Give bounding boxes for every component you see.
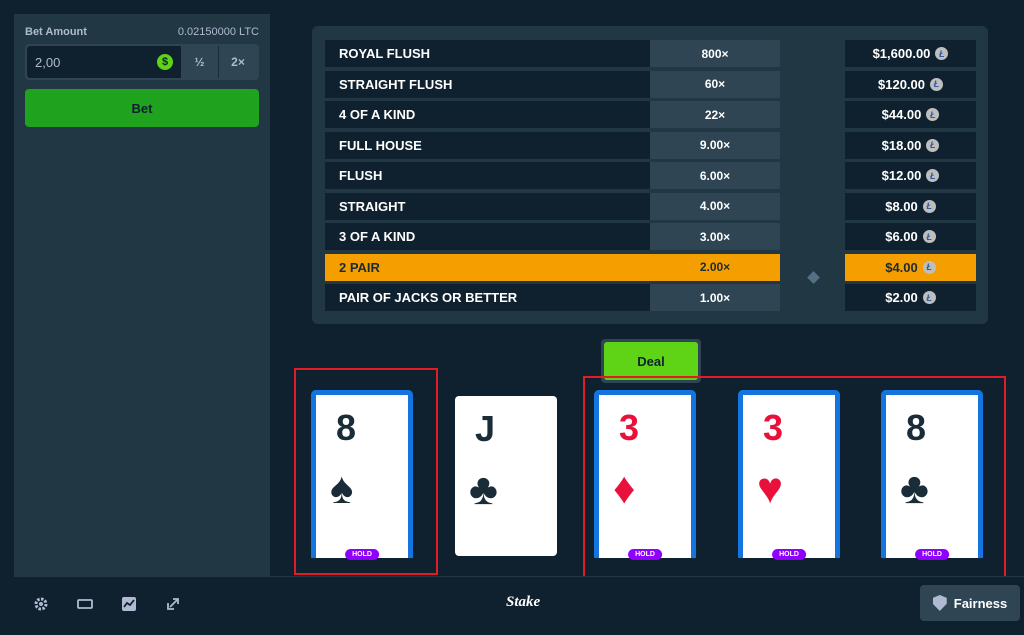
annotation-box-right (583, 376, 1006, 579)
paytable-row: STRAIGHT FLUSH 60× (325, 70, 780, 98)
payout-value: $18.00 (881, 137, 922, 153)
app-root: Bet Amount 0.02150000 LTC $ ½ 2× Bet ROY… (0, 0, 1024, 635)
paytable-hand-name: STRAIGHT FLUSH (325, 70, 650, 98)
paytable-payout: $18.00 Ł (845, 131, 976, 159)
stake-logo: Stake (506, 594, 541, 610)
paytable-hand-name: 2 PAIR (325, 253, 650, 281)
paytable-hand-name: 4 OF A KIND (325, 101, 650, 128)
paytable: ROYAL FLUSH 800× $1,600.00 Ł STRAIGHT FLUSH 6… (312, 26, 988, 324)
litecoin-icon: Ł (926, 169, 940, 182)
paytable-row: FLUSH 6.00× (325, 162, 780, 189)
paytable-row: PAIR OF JACKS OR BETTER 1.00× (325, 284, 780, 311)
bet-amount-input[interactable] (35, 54, 135, 70)
paytable-multiplier: 60× (650, 70, 780, 98)
double-bet-button[interactable]: 2× (219, 46, 257, 78)
paytable-row: FULL HOUSE 9.00× (325, 131, 780, 159)
stats-icon[interactable] (120, 595, 138, 613)
paytable-row: 2 PAIR 2.00× (325, 253, 780, 281)
bet-amount-header: Bet Amount 0.02150000 LTC (25, 26, 259, 38)
theatre-mode-icon[interactable] (76, 595, 94, 613)
paytable-payout: $1,600.00 Ł (845, 40, 976, 67)
footer-bar: Stake Fairness (14, 576, 1024, 628)
settings-icon[interactable] (32, 595, 50, 613)
payout-value: $120.00 (878, 76, 925, 92)
card-rank: J (475, 408, 496, 449)
fairness-button[interactable]: Fairness (920, 585, 1020, 621)
litecoin-icon: Ł (930, 77, 943, 91)
paytable-multiplier: 6.00× (650, 162, 780, 189)
popout-icon[interactable] (164, 595, 182, 613)
bet-amount-group: $ ½ 2× (25, 44, 259, 80)
litecoin-icon: Ł (922, 291, 936, 304)
payout-value: $6.00 (885, 229, 918, 244)
paytable-payout: $8.00 Ł (845, 192, 976, 220)
paytable-row: 4 OF A KIND 22× (325, 101, 780, 128)
bet-amount-field-wrap: $ (27, 46, 181, 78)
paytable-row: STRAIGHT 4.00× (325, 192, 780, 220)
deal-button[interactable]: Deal (604, 342, 698, 380)
paytable-hand-name: STRAIGHT (325, 192, 650, 220)
paytable-hand-name: FLUSH (325, 162, 650, 189)
playing-card[interactable]: J ♣ (455, 396, 557, 556)
fairness-label: Fairness (953, 595, 1008, 611)
paytable-multiplier: 9.00× (650, 131, 780, 159)
paytable-multiplier: 4.00× (650, 192, 780, 220)
bet-panel: Bet Amount 0.02150000 LTC $ ½ 2× Bet (14, 14, 270, 576)
payout-value: $2.00 (885, 290, 918, 305)
paytable-hand-name: ROYAL FLUSH (325, 40, 650, 67)
paytable-payout: $120.00 Ł (845, 70, 976, 98)
dollar-coin-icon: $ (157, 54, 173, 70)
paytable-multiplier: 2.00× (650, 253, 780, 281)
paytable-multiplier: 1.00× (650, 284, 780, 311)
paytable-row: 3 OF A KIND 3.00× (325, 223, 780, 250)
paytable-payout: $44.00 Ł (845, 101, 976, 128)
payout-value: $1,600.00 (872, 46, 931, 61)
payout-value: $44.00 (881, 107, 922, 122)
litecoin-icon: Ł (922, 199, 936, 213)
payout-value: $4.00 (885, 259, 918, 275)
litecoin-icon: Ł (922, 230, 936, 243)
litecoin-icon: Ł (926, 138, 940, 152)
shield-icon (932, 595, 947, 611)
payout-value: $12.00 (881, 168, 922, 183)
paytable-multiplier: 22× (650, 101, 780, 128)
payout-value: $8.00 (885, 198, 918, 214)
paytable-payout: $12.00 Ł (845, 162, 976, 189)
paytable-payout: $6.00 Ł (845, 223, 976, 250)
paytable-hand-name: 3 OF A KIND (325, 223, 650, 250)
bet-button[interactable]: Bet (25, 89, 259, 127)
litecoin-icon: Ł (922, 260, 936, 274)
paytable-hand-name: FULL HOUSE (325, 131, 650, 159)
bet-amount-label: Bet Amount (25, 26, 87, 38)
paytable-multiplier: 800× (650, 40, 780, 67)
paytable-hand-name: PAIR OF JACKS OR BETTER (325, 284, 650, 311)
paytable-row: ROYAL FLUSH 800× (325, 40, 780, 67)
bet-balance: 0.02150000 LTC (177, 26, 259, 38)
paytable-multiplier: 3.00× (650, 223, 780, 250)
litecoin-icon: Ł (926, 108, 940, 121)
litecoin-icon: Ł (935, 47, 949, 60)
paytable-payout: $2.00 Ł (845, 284, 976, 311)
half-bet-button[interactable]: ½ (181, 46, 219, 78)
active-row-diamond-icon (807, 271, 820, 284)
paytable-payout: $4.00 Ł (845, 253, 976, 281)
annotation-box-left (294, 368, 438, 575)
card-suit-icon: ♣ (469, 465, 498, 514)
